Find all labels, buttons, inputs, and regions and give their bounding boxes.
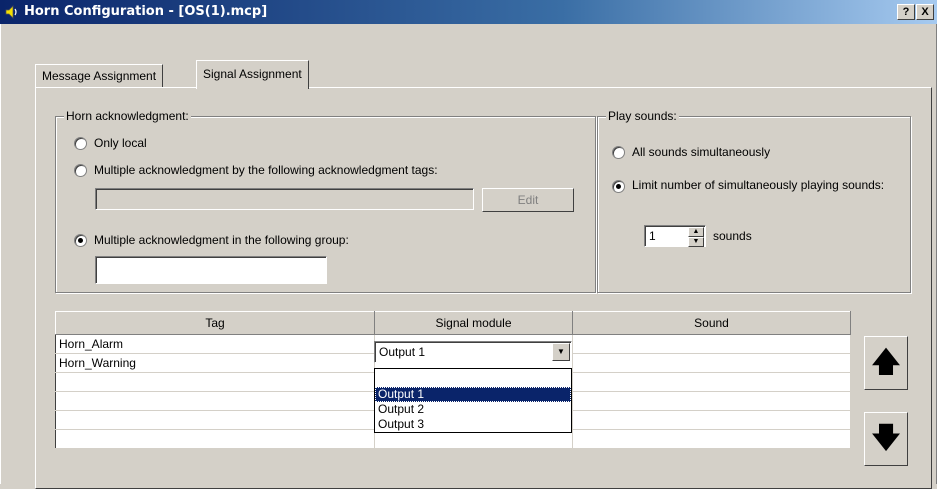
help-button[interactable]: ? <box>897 4 915 20</box>
arrow-up-icon: 🡅 <box>871 346 901 377</box>
cell-tag[interactable]: Horn_Alarm <box>55 334 375 354</box>
cell-sound[interactable] <box>572 391 851 411</box>
dropdown-blank-item[interactable] <box>375 369 571 387</box>
radio-ack-group[interactable]: Multiple acknowledgment in the following… <box>74 233 349 247</box>
radio-all-sounds[interactable]: All sounds simultaneously <box>612 145 770 159</box>
cell-sound[interactable] <box>572 372 851 392</box>
cell-sound[interactable] <box>572 429 851 449</box>
radio-limit-sounds[interactable]: Limit number of simultaneously playing s… <box>612 178 902 193</box>
column-header-tag[interactable]: Tag <box>55 311 375 335</box>
spin-down-icon[interactable]: ▼ <box>688 237 704 247</box>
limit-spinbox[interactable]: 1 ▲ ▼ <box>644 225 706 247</box>
radio-ack-group-label: Multiple acknowledgment in the following… <box>94 233 349 247</box>
play-sounds-legend: Play sounds: <box>606 109 679 123</box>
column-header-signal-module[interactable]: Signal module <box>374 311 573 335</box>
cell-tag[interactable] <box>55 372 375 392</box>
chevron-down-icon[interactable]: ▼ <box>552 343 570 361</box>
horn-ack-legend: Horn acknowledgment: <box>64 109 191 123</box>
cell-tag[interactable]: Horn_Warning <box>55 353 375 373</box>
limit-unit-label: sounds <box>713 229 752 243</box>
edit-button[interactable]: Edit <box>482 188 574 212</box>
cell-sound[interactable] <box>572 334 851 354</box>
spin-buttons[interactable]: ▲ ▼ <box>688 227 704 247</box>
radio-all-sounds-label: All sounds simultaneously <box>632 145 771 159</box>
arrow-down-icon: 🡇 <box>871 422 901 453</box>
radio-ack-tags-label: Multiple acknowledgment by the following… <box>94 163 438 177</box>
dropdown-option-output-2[interactable]: Output 2 <box>375 402 571 417</box>
radio-limit-sounds-label: Limit number of simultaneously playing s… <box>632 178 885 192</box>
radio-circle[interactable] <box>74 234 87 247</box>
radio-circle[interactable] <box>74 137 87 150</box>
window-title: Horn Configuration - [OS(1).mcp] <box>24 4 268 19</box>
signal-module-dropdown-list: Output 1 Output 2 Output 3 <box>374 368 572 433</box>
title-bar: Horn Configuration - [OS(1).mcp] ? X <box>0 0 937 24</box>
radio-only-local[interactable]: Only local <box>74 136 147 150</box>
radio-circle[interactable] <box>74 164 87 177</box>
cell-sound[interactable] <box>572 353 851 373</box>
cell-tag[interactable] <box>55 429 375 449</box>
limit-value: 1 <box>649 229 656 243</box>
radio-only-local-label: Only local <box>94 136 147 150</box>
dropdown-option-output-1[interactable]: Output 1 <box>375 387 571 402</box>
move-down-button[interactable]: 🡇 <box>864 412 908 466</box>
signal-module-combo[interactable]: Output 1 ▼ <box>374 341 572 363</box>
cell-sound[interactable] <box>572 410 851 430</box>
dropdown-option-output-3[interactable]: Output 3 <box>375 417 571 432</box>
ack-group-field[interactable] <box>95 256 327 284</box>
tab-message-assignment[interactable]: Message Assignment <box>35 64 164 88</box>
signal-module-selected: Output 1 <box>379 345 426 359</box>
radio-ack-tags[interactable]: Multiple acknowledgment by the following… <box>74 163 438 177</box>
ack-tags-field[interactable] <box>95 188 474 210</box>
radio-circle[interactable] <box>612 146 625 159</box>
tab-signal-assignment[interactable]: Signal Assignment <box>196 60 309 89</box>
play-sounds-group: Play sounds: <box>597 109 911 293</box>
horn-speaker-icon <box>5 5 17 19</box>
cell-tag[interactable] <box>55 391 375 411</box>
radio-circle[interactable] <box>612 179 625 193</box>
column-header-sound[interactable]: Sound <box>572 311 851 335</box>
spin-up-icon[interactable]: ▲ <box>688 227 704 237</box>
cell-tag[interactable] <box>55 410 375 430</box>
move-up-button[interactable]: 🡅 <box>864 336 908 390</box>
close-button[interactable]: X <box>916 4 934 20</box>
